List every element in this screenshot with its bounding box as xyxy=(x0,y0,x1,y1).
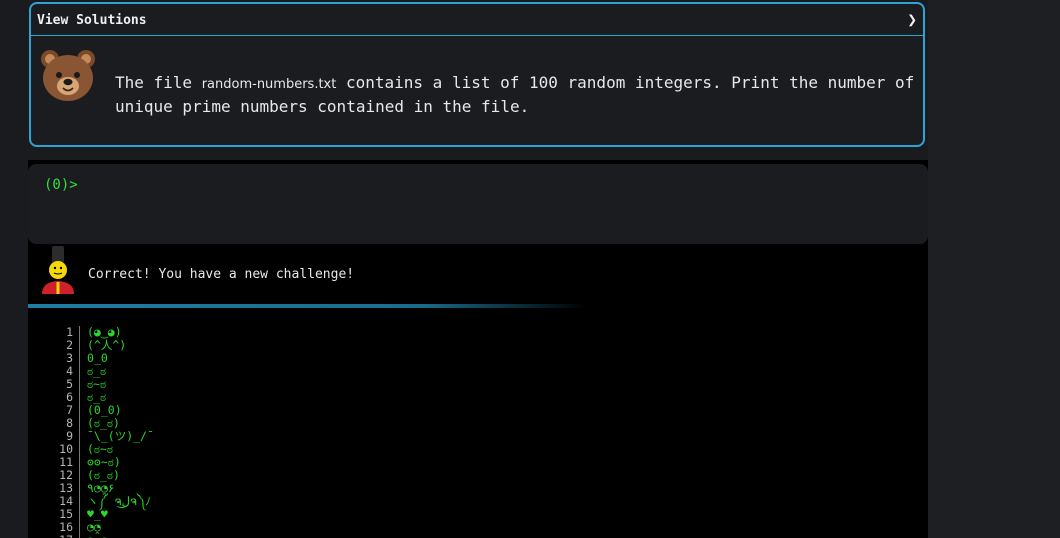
listing-line: 9 ¯\_(ツ)_/¯ xyxy=(28,430,928,443)
listing-line: 15 ♥_♥ xyxy=(28,508,928,521)
line-content: ಠ~ಠ xyxy=(87,377,107,391)
line-content: ʘʘ~ಠ) xyxy=(87,455,121,469)
line-content: ¯\_(ツ)_/¯ xyxy=(87,429,154,443)
status-message: Correct! You have a new challenge! xyxy=(88,267,355,282)
line-content: (ಠ_ಠ) xyxy=(87,416,120,430)
listing-line: 12 (ಠ_ಠ) xyxy=(28,469,928,482)
listing-line: 14 ヽ༼ ຈل͜ຈ༽ﾉ xyxy=(28,495,928,508)
line-content: (ಠ_ಠ) xyxy=(87,468,120,482)
output-listing: 1 (◕‿◕) 2 (^人^) 3 0_0 4 ಠ_ಠ 5 ಠ~ಠ 6 ಠ_ಠ 7 (0_0) 8 (ಠ_ಠ)… xyxy=(28,326,928,538)
guard-avatar-icon xyxy=(42,246,74,294)
line-content: ٩◔̯◔۶ xyxy=(87,481,115,495)
chevron-right-icon[interactable]: ❯ xyxy=(907,10,917,29)
line-content: ♥_♥ xyxy=(87,507,108,521)
prompt-label: (0)> xyxy=(44,177,78,193)
challenge-description: The file random-numbers.txt contains a l… xyxy=(115,72,915,118)
line-content: ◔_◔ xyxy=(87,533,108,538)
listing-line: 4 ಠ_ಠ xyxy=(28,365,928,378)
listing-line: 7 (0_0) xyxy=(28,404,928,417)
listing-line: 16 ◔̯◔ xyxy=(28,521,928,534)
listing-line: 1 (◕‿◕) xyxy=(28,326,928,339)
right-gutter xyxy=(928,0,1060,538)
view-solutions-header[interactable]: View Solutions ❯ xyxy=(31,4,923,36)
line-content: 0_0 xyxy=(87,351,108,365)
challenge-text-start: The file xyxy=(115,73,202,92)
terminal-column: View Solutions ❯ The file random-numbers… xyxy=(28,0,928,538)
line-content: ಠ_ಠ xyxy=(87,364,107,378)
divider xyxy=(28,304,588,308)
listing-line: 3 0_0 xyxy=(28,352,928,365)
bear-avatar-icon xyxy=(41,50,95,101)
line-content: ◔̯◔ xyxy=(87,520,101,534)
line-content: (^人^) xyxy=(87,338,127,352)
challenge-filename: random-numbers.txt xyxy=(201,77,337,92)
command-input[interactable] xyxy=(88,174,912,198)
view-solutions-title: View Solutions xyxy=(37,13,147,28)
line-content: (ಠ~ಠ xyxy=(87,442,114,456)
listing-line: 8 (ಠ_ಠ) xyxy=(28,417,928,430)
listing-line: 6 ಠ_ಠ xyxy=(28,391,928,404)
listing-line: 10 (ಠ~ಠ xyxy=(28,443,928,456)
challenge-card: View Solutions ❯ The file random-numbers… xyxy=(29,2,925,147)
prompt-panel: (0)> xyxy=(28,164,928,244)
listing-line: 13 ٩◔̯◔۶ xyxy=(28,482,928,495)
line-content: ヽ༼ ຈل͜ຈ༽ﾉ xyxy=(87,494,151,508)
listing-line: 11 ʘʘ~ಠ) xyxy=(28,456,928,469)
page: View Solutions ❯ The file random-numbers… xyxy=(0,0,1060,538)
listing-line: 17 ◔_◔ xyxy=(28,534,928,538)
listing-line: 2 (^人^) xyxy=(28,339,928,352)
listing-line: 5 ಠ~ಠ xyxy=(28,378,928,391)
line-content: ಠ_ಠ xyxy=(87,390,107,404)
line-number: 17 xyxy=(28,534,73,538)
line-content: (0_0) xyxy=(87,403,122,417)
